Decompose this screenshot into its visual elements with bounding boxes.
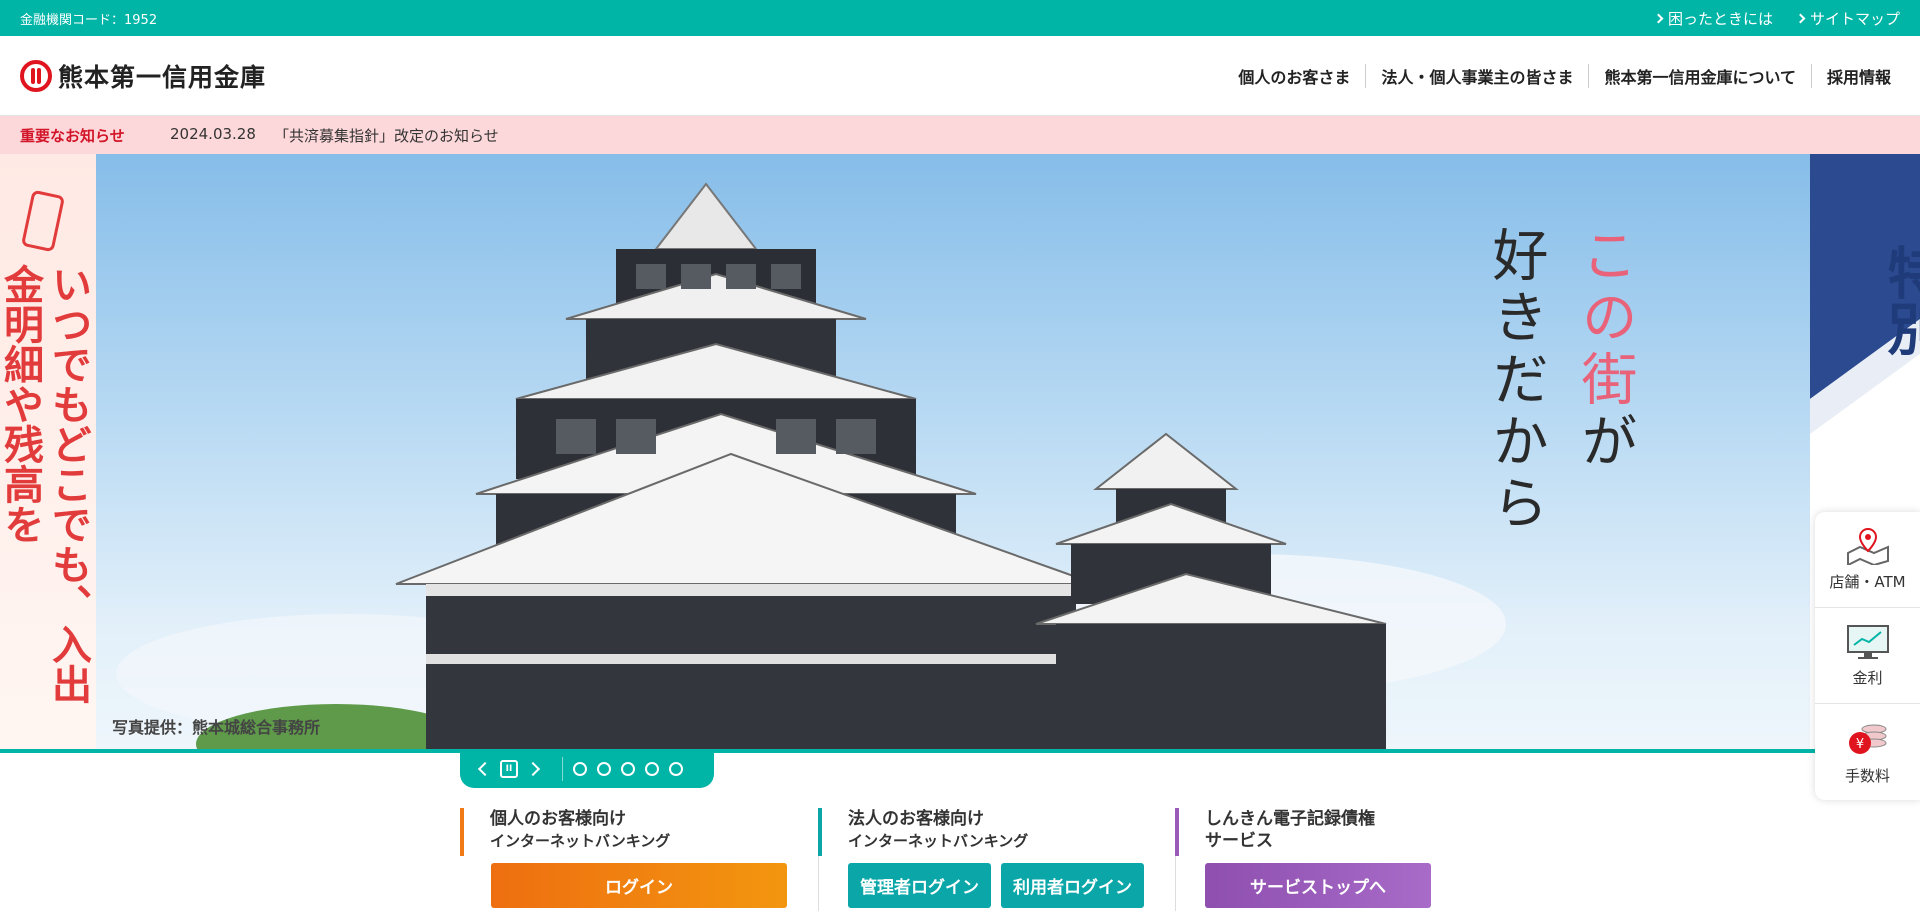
bank-code: 金融機関コード：1952 [20,13,158,28]
admin-login-button[interactable]: 管理者ログイン [848,863,991,908]
rate-chart-icon [1846,625,1889,659]
carousel-dot-1[interactable] [573,762,587,776]
personal-ib-title: 個人のお客様向け インターネットバンキング [490,808,670,852]
notice-title-link[interactable]: 「共済募集指針」改定のお知らせ [274,125,499,146]
map-pin-icon [1846,527,1889,565]
corporate-ib-title: 法人のお客様向け インターネットバンキング [848,808,1028,852]
corporate-ib-title-line2: インターネットバンキング [848,832,1029,850]
controls-divider [562,757,563,781]
carousel-dot-4[interactable] [645,762,659,776]
carousel-dot-2[interactable] [597,762,611,776]
smartphone-icon [22,190,64,252]
personal-ib-title-line1: 個人のお客様向け [490,809,626,829]
help-link-label: 困ったときには [1667,10,1773,28]
corporate-ib-title-line1: 法人のお客様向け [848,809,984,829]
carousel-dot-3[interactable] [621,762,635,776]
chevron-right-icon [1795,13,1806,24]
densai-accent [1175,808,1179,856]
densai-title: しんきん電子記録債権 サービス [1205,808,1375,852]
global-nav: 個人のお客さま 法人・個人事業主の皆さま 熊本第一信用金庫について 採用情報 [1223,64,1906,88]
chevron-right-icon[interactable] [525,761,541,777]
side-fees[interactable]: ¥ 手数料 [1815,704,1920,800]
sitemap-link[interactable]: サイトマップ [1795,8,1900,29]
site-logo[interactable]: 熊本第一信用金庫 [20,58,266,94]
chevron-right-icon [1653,13,1664,24]
bank-logo-icon [20,60,52,92]
pause-button[interactable]: II [500,760,518,778]
carousel-dot-5[interactable] [669,762,683,776]
nav-about[interactable]: 熊本第一信用金庫について [1588,64,1811,88]
svg-text:¥: ¥ [1855,737,1863,752]
hero-catch-line1: この街が [1571,226,1637,474]
utility-links: 困ったときには サイトマップ [1653,8,1900,29]
personal-login-button[interactable]: ログイン [491,863,787,908]
nav-personal[interactable]: 個人のお客さま [1223,64,1365,88]
corporate-ib-accent [818,808,822,856]
personal-ib-title-line2: インターネットバンキング [490,832,671,850]
prev-slide-peek[interactable]: いつでもどこでも、入出金明細や残高を [0,154,96,749]
photo-credit: 写真提供：熊本城総合事務所 [112,718,321,737]
side-fees-label: 手数料 [1844,766,1890,785]
prev-slide-text: いつでもどこでも、入出金明細や残高を [0,264,91,704]
nav-business[interactable]: 法人・個人事業主の皆さま [1365,64,1588,88]
chevron-left-icon[interactable] [477,761,493,777]
personal-ib-accent [460,808,464,856]
side-interest-rates[interactable]: 金利 [1815,608,1920,704]
side-interest-rates-label: 金利 [1852,669,1883,687]
hero-bottom-line [0,749,1920,753]
current-slide[interactable]: この街が 好きだから 写真提供：熊本城総合事務所 [96,154,1810,749]
densai-title-line1: しんきん電子記録債権 [1205,809,1375,829]
user-login-button[interactable]: 利用者ログイン [1001,863,1144,908]
side-branch-atm[interactable]: 店舗・ATM [1815,512,1920,608]
castle-illustration [116,182,1506,749]
next-slide-text: 特別 [1878,244,1920,356]
yen-coins-icon: ¥ [1848,724,1886,754]
densai-top-button[interactable]: サービストップへ [1205,863,1431,908]
hero-catch-pink: この街 [1572,226,1637,412]
notice-date: 2024.03.28 [170,125,256,143]
site-header: 熊本第一信用金庫 個人のお客さま 法人・個人事業主の皆さま 熊本第一信用金庫につ… [0,36,1920,116]
sitemap-link-label: サイトマップ [1809,10,1900,28]
side-branch-atm-label: 店舗・ATM [1829,573,1906,591]
carousel-controls: II [460,750,714,788]
important-notice-bar: 重要なお知らせ 2024.03.28 「共済募集指針」改定のお知らせ [0,116,1920,154]
help-link[interactable]: 困ったときには [1653,8,1773,29]
top-bar: 金融機関コード：1952 困ったときには サイトマップ [0,0,1920,36]
logo-text: 熊本第一信用金庫 [58,63,267,92]
hero-carousel: いつでもどこでも、入出金明細や残高を この街が 好きだから 写真提供：熊本城総合… [0,154,1920,749]
floating-side-menu: 店舗・ATM 金利 ¥ 手数料 [1815,512,1920,800]
hero-catch-dark: が [1572,412,1637,474]
notice-label[interactable]: 重要なお知らせ [20,125,125,146]
hero-catch-line2: 好きだから [1483,226,1548,536]
densai-title-line2: サービス [1205,831,1273,851]
nav-recruit[interactable]: 採用情報 [1810,64,1906,88]
